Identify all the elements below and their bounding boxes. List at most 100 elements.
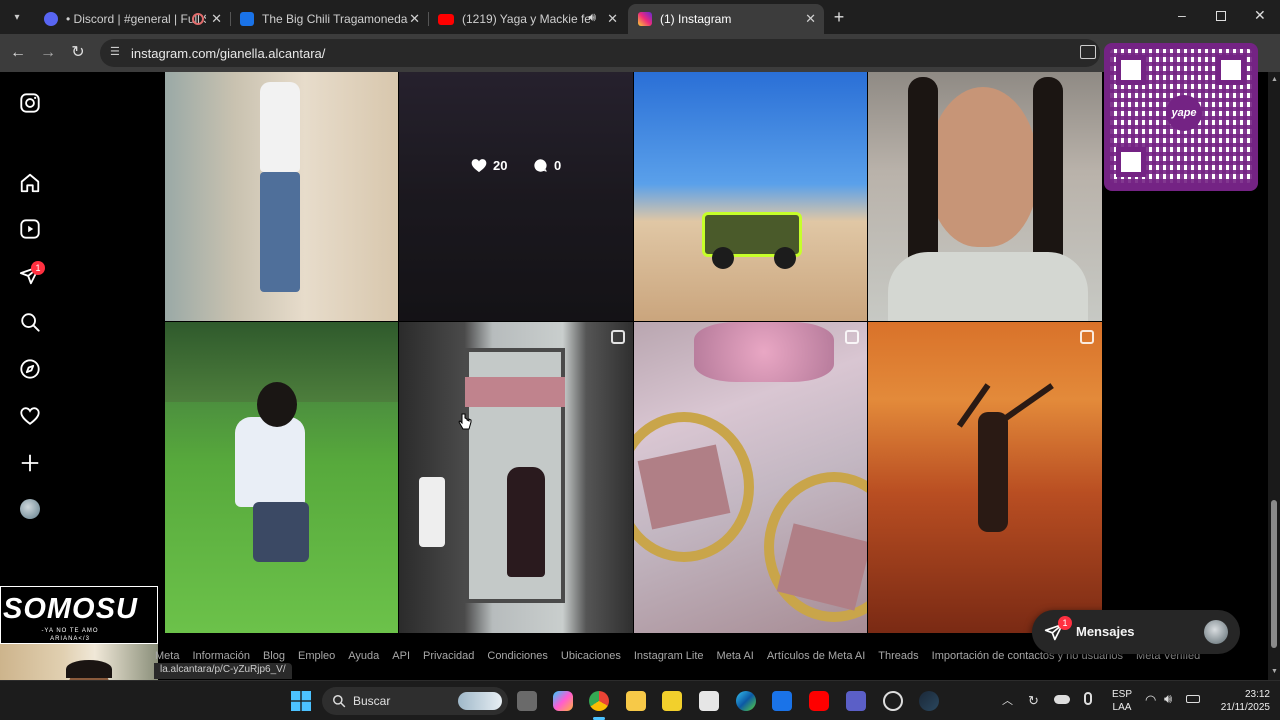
copilot-icon[interactable] xyxy=(553,691,573,711)
notification-badge: 1 xyxy=(31,261,45,275)
reels-icon[interactable] xyxy=(19,218,41,240)
teams-icon[interactable] xyxy=(846,691,866,711)
footer-link-api[interactable]: API xyxy=(392,650,410,668)
battery-icon[interactable] xyxy=(1186,695,1200,703)
chatgpt-icon[interactable] xyxy=(883,691,903,711)
footer-link-instagram-lite[interactable]: Instagram Lite xyxy=(634,650,704,668)
post-tile[interactable] xyxy=(165,322,398,633)
post-tile[interactable] xyxy=(165,72,398,321)
page-scrollbar[interactable]: ▲ ▼ xyxy=(1268,72,1280,680)
clock[interactable]: 23:12 21/11/2025 xyxy=(1208,688,1270,714)
task-view-icon[interactable] xyxy=(517,691,537,711)
volume-icon[interactable]: 🔊︎ xyxy=(1164,691,1172,707)
post-tile[interactable] xyxy=(868,72,1102,321)
footer-link-empleo[interactable]: Empleo xyxy=(298,650,335,668)
arm xyxy=(1001,383,1054,423)
steam-icon[interactable] xyxy=(919,691,939,711)
file-explorer-icon[interactable] xyxy=(626,691,646,711)
jeans-figure xyxy=(260,172,300,292)
reload-button[interactable]: ↻ xyxy=(68,43,88,63)
footer-link-threads[interactable]: Threads xyxy=(878,650,918,668)
comments-stat: 0 xyxy=(533,158,561,173)
outlook-icon[interactable] xyxy=(772,691,792,711)
wifi-icon[interactable]: ◠ xyxy=(1145,692,1156,708)
discord-icon xyxy=(44,12,58,26)
minimize-button[interactable]: – xyxy=(1178,8,1192,22)
footer-link-meta-ai[interactable]: Meta AI xyxy=(717,650,754,668)
hoodie-figure xyxy=(888,252,1088,321)
profile-avatar[interactable] xyxy=(20,499,40,519)
youtube-app-icon[interactable] xyxy=(809,691,829,711)
person-figure xyxy=(260,82,300,172)
messages-badge: 1 xyxy=(1058,616,1072,630)
tab-youtube[interactable]: (1219) Yaga y Mackie feat. A 🔊︎ ✕ xyxy=(428,4,626,34)
create-plus-icon[interactable] xyxy=(19,452,41,474)
onedrive-icon[interactable] xyxy=(1054,695,1070,704)
new-tab-button[interactable]: + xyxy=(830,7,848,27)
footer-link-articulos-meta-ai[interactable]: Artículos de Meta AI xyxy=(767,650,865,668)
dispenser xyxy=(419,477,445,547)
post-tile-hovered[interactable]: 20 0 xyxy=(399,72,633,321)
likes-stat: 20 xyxy=(471,158,507,173)
browser-tab-strip: ▾ • Discord | #general | Full St ✕ The B… xyxy=(0,0,1280,34)
footer-link-privacidad[interactable]: Privacidad xyxy=(423,650,474,668)
qr-finder xyxy=(1216,55,1246,85)
flowers xyxy=(694,322,834,382)
search-placeholder: Buscar xyxy=(353,694,391,708)
address-bar[interactable]: ☰ instagram.com/gianella.alcantara/ xyxy=(100,39,1100,67)
tab-search-button[interactable]: ▾ xyxy=(8,9,26,27)
instagram-logo-icon[interactable] xyxy=(19,92,41,114)
edge-icon[interactable] xyxy=(736,691,756,711)
jeep-wheel xyxy=(712,247,734,269)
comment-filled-icon xyxy=(534,159,547,172)
language-indicator[interactable]: ESP LAA xyxy=(1112,688,1132,714)
close-tab-icon[interactable]: ✕ xyxy=(211,11,222,27)
jeep-wheel xyxy=(774,247,796,269)
messages-button[interactable]: 1 Mensajes xyxy=(1032,610,1240,654)
audio-playing-icon[interactable]: 🔊︎ xyxy=(588,10,596,25)
install-app-icon[interactable] xyxy=(1080,45,1096,59)
site-info-icon[interactable]: ☰ xyxy=(110,45,124,59)
qr-finder xyxy=(1116,55,1146,85)
close-tab-icon[interactable]: ✕ xyxy=(607,11,618,27)
close-window-button[interactable]: ✕ xyxy=(1254,7,1266,24)
tab-discord[interactable]: • Discord | #general | Full St ✕ xyxy=(34,4,230,34)
post-tile[interactable] xyxy=(399,322,633,633)
show-hidden-icons[interactable]: ︿ xyxy=(1002,692,1013,708)
chrome-icon[interactable] xyxy=(589,691,609,711)
explore-icon[interactable] xyxy=(19,358,41,380)
browser-toolbar: ← → ↻ ☰ instagram.com/gianella.alcantara… xyxy=(0,34,1280,72)
tab-instagram[interactable]: (1) Instagram ✕ xyxy=(628,4,824,34)
post-hover-overlay xyxy=(399,72,633,321)
post-tile[interactable] xyxy=(634,72,867,321)
taskbar-search-box[interactable]: Buscar xyxy=(322,687,508,715)
windows-start-icon[interactable] xyxy=(291,691,311,711)
back-button[interactable]: ← xyxy=(8,43,28,63)
qr-code: yape xyxy=(1110,49,1252,183)
url-text: instagram.com/gianella.alcantara/ xyxy=(131,46,326,61)
scrollbar-thumb[interactable] xyxy=(1271,500,1277,648)
microphone-icon[interactable] xyxy=(1084,692,1092,705)
store-icon[interactable] xyxy=(699,691,719,711)
forward-button[interactable]: → xyxy=(38,43,58,63)
search-icon[interactable] xyxy=(19,311,41,333)
home-icon[interactable] xyxy=(19,172,41,194)
footer-link-condiciones[interactable]: Condiciones xyxy=(487,650,548,668)
close-tab-icon[interactable]: ✕ xyxy=(409,11,420,27)
recording-icon xyxy=(192,13,204,25)
post-tile[interactable] xyxy=(634,322,867,633)
footer-link-ayuda[interactable]: Ayuda xyxy=(348,650,379,668)
ceiling-light xyxy=(465,377,565,407)
notifications-heart-icon[interactable] xyxy=(19,405,41,427)
close-tab-icon[interactable]: ✕ xyxy=(805,11,816,27)
messages-label: Mensajes xyxy=(1076,624,1135,639)
scroll-down-arrow[interactable]: ▼ xyxy=(1271,668,1278,675)
person-figure xyxy=(507,467,545,577)
sync-icon[interactable]: ↻ xyxy=(1028,693,1039,709)
tab-casino[interactable]: The Big Chili Tragamonedas | 1 ✕ xyxy=(230,4,428,34)
notes-icon[interactable] xyxy=(662,691,682,711)
restore-button[interactable] xyxy=(1216,11,1226,21)
footer-link-ubicaciones[interactable]: Ubicaciones xyxy=(561,650,621,668)
post-tile[interactable] xyxy=(868,322,1102,633)
scroll-up-arrow[interactable]: ▲ xyxy=(1271,76,1278,83)
